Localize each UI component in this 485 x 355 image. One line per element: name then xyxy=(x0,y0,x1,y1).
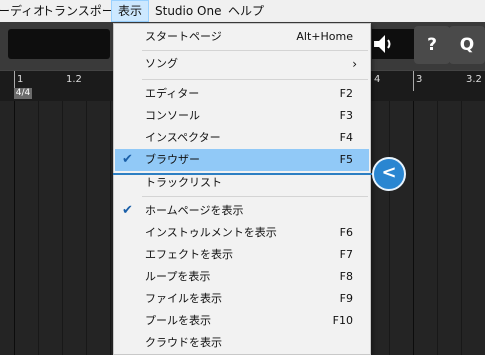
grid-line xyxy=(389,101,390,355)
menu-bar: ーディオ トランスポート 表示 Studio One ヘルプ xyxy=(0,0,485,22)
menu-item-inspector[interactable]: インスペクター F4 xyxy=(115,127,369,149)
menu-separator xyxy=(142,50,368,51)
ruler-mark: 3.2 xyxy=(466,74,482,85)
grid-line xyxy=(461,101,462,355)
menu-item-label: ホームページを表示 xyxy=(145,204,244,217)
menu-item-shortcut: F4 xyxy=(339,131,353,144)
grid-line xyxy=(14,101,15,355)
menu-item-shortcut: Alt+Home xyxy=(296,30,353,43)
menu-separator xyxy=(142,79,368,80)
grid-line xyxy=(86,101,87,355)
ruler-mark: 1 xyxy=(17,74,24,85)
menu-item-label: ブラウザー xyxy=(145,153,200,166)
menu-item-label: ソング xyxy=(145,57,178,70)
menu-studio-one[interactable]: Studio One xyxy=(155,0,221,22)
menu-item-label: コンソール xyxy=(145,109,200,122)
menu-item-show-home[interactable]: ✔ ホームページを表示 xyxy=(115,200,369,222)
ruler-mark: 1.2 xyxy=(66,74,82,85)
menu-item-show-files[interactable]: ファイルを表示 F9 xyxy=(115,288,369,310)
menu-item-show-loops[interactable]: ループを表示 F8 xyxy=(115,266,369,288)
menu-item-song[interactable]: ソング › xyxy=(115,53,369,75)
ruler-mark: 3 xyxy=(416,74,423,85)
menu-item-show-effects[interactable]: エフェクトを表示 F7 xyxy=(115,244,369,266)
ruler-tick xyxy=(413,71,414,91)
menu-item-editor[interactable]: エディター F2 xyxy=(115,83,369,105)
menu-item-shortcut: F7 xyxy=(339,248,353,261)
menu-item-shortcut: F10 xyxy=(332,314,353,327)
menu-item-shortcut: F6 xyxy=(339,226,353,239)
menu-item-shortcut: F8 xyxy=(339,270,353,283)
menu-item-shortcut: F2 xyxy=(339,87,353,100)
menu-item-console[interactable]: コンソール F3 xyxy=(115,105,369,127)
pointer-arrow-icon: < xyxy=(372,157,406,191)
menu-item-label: ループを表示 xyxy=(145,270,211,283)
menu-audio[interactable]: ーディオ xyxy=(0,0,45,22)
view-menu-dropdown: スタートページ Alt+Home ソング › エディター F2 コンソール F3… xyxy=(113,23,371,355)
grid-line xyxy=(38,101,39,355)
menu-item-label: スタートページ xyxy=(145,30,222,43)
menu-item-label: トラックリスト xyxy=(145,176,222,189)
pointer-line xyxy=(113,173,375,175)
menu-item-label: インスペクター xyxy=(145,131,221,144)
check-icon: ✔ xyxy=(122,203,133,218)
time-signature[interactable]: 4/4 xyxy=(14,88,32,99)
menu-item-label: インストゥルメントを表示 xyxy=(145,226,277,239)
menu-item-label: エフェクトを表示 xyxy=(145,248,233,261)
speaker-icon[interactable] xyxy=(372,32,394,56)
menu-item-show-instruments[interactable]: インストゥルメントを表示 F6 xyxy=(115,222,369,244)
menu-item-label: エディター xyxy=(145,87,200,100)
grid-line xyxy=(110,101,111,355)
menu-item-shortcut: F3 xyxy=(339,109,353,122)
search-button[interactable]: Q xyxy=(449,26,485,64)
grid-line xyxy=(413,101,414,355)
menu-help[interactable]: ヘルプ xyxy=(228,0,264,22)
submenu-arrow-icon: › xyxy=(352,57,357,71)
help-button[interactable]: ? xyxy=(414,26,450,64)
menu-item-shortcut: F5 xyxy=(339,153,353,166)
check-icon: ✔ xyxy=(122,152,133,167)
menu-item-label: クラウドを表示 xyxy=(145,336,222,349)
menu-item-show-pool[interactable]: プールを表示 F10 xyxy=(115,310,369,332)
menu-item-label: プールを表示 xyxy=(145,314,211,327)
menu-item-track-list[interactable]: トラックリスト xyxy=(115,172,369,194)
menu-item-shortcut: F9 xyxy=(339,292,353,305)
menu-item-browser[interactable]: ✔ ブラウザー F5 xyxy=(115,149,369,171)
menu-item-show-cloud[interactable]: クラウドを表示 xyxy=(115,332,369,354)
grid-line xyxy=(62,101,63,355)
menu-separator xyxy=(142,196,368,197)
menu-item-label: ファイルを表示 xyxy=(145,292,222,305)
transport-display xyxy=(8,29,110,59)
menu-item-start-page[interactable]: スタートページ Alt+Home xyxy=(115,26,369,48)
menu-view[interactable]: 表示 xyxy=(111,0,149,22)
ruler-mark: 4 xyxy=(374,74,381,85)
grid-line xyxy=(437,101,438,355)
